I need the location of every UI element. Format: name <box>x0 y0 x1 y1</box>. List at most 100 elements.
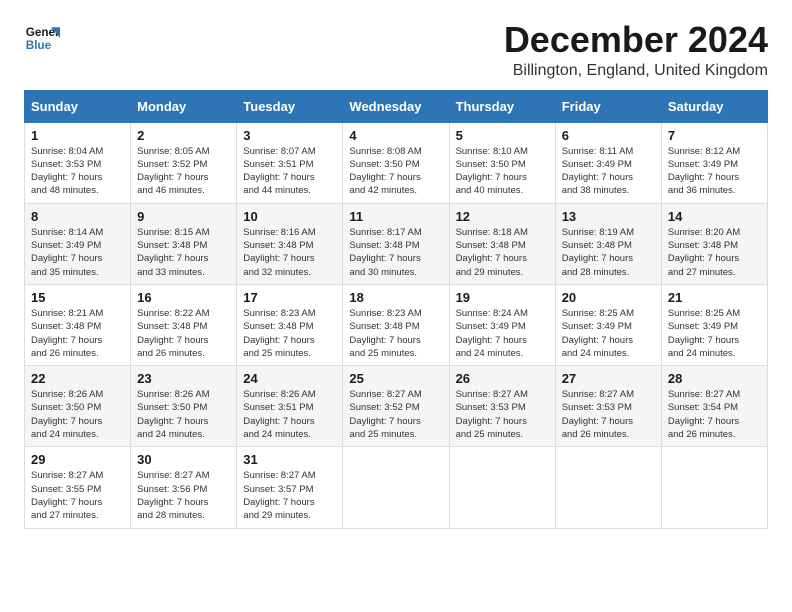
day-number: 19 <box>456 290 549 305</box>
calendar-cell: 2 Sunrise: 8:05 AM Sunset: 3:52 PM Daylig… <box>131 122 237 203</box>
day-number: 18 <box>349 290 442 305</box>
calendar-cell: 15 Sunrise: 8:21 AM Sunset: 3:48 PM Dayli… <box>25 284 131 365</box>
calendar-cell: 19 Sunrise: 8:24 AM Sunset: 3:49 PM Dayli… <box>449 284 555 365</box>
calendar-cell: 5 Sunrise: 8:10 AM Sunset: 3:50 PM Daylig… <box>449 122 555 203</box>
day-info: Sunrise: 8:25 AM Sunset: 3:49 PM Dayligh… <box>668 307 761 360</box>
day-number: 20 <box>562 290 655 305</box>
day-info: Sunrise: 8:14 AM Sunset: 3:49 PM Dayligh… <box>31 226 124 279</box>
calendar-cell: 24Sunrise: 8:26 AM Sunset: 3:51 PM Dayli… <box>237 366 343 447</box>
day-number: 14 <box>668 209 761 224</box>
day-info: Sunrise: 8:27 AM Sunset: 3:56 PM Dayligh… <box>137 469 230 522</box>
calendar-header-friday: Friday <box>555 90 661 122</box>
day-info: Sunrise: 8:04 AM Sunset: 3:53 PM Dayligh… <box>31 145 124 198</box>
calendar-cell: 25 Sunrise: 8:27 AM Sunset: 3:52 PM Dayli… <box>343 366 449 447</box>
calendar-week-5: 29 Sunrise: 8:27 AM Sunset: 3:55 PM Dayli… <box>25 447 768 528</box>
calendar-cell: 12 Sunrise: 8:18 AM Sunset: 3:48 PM Dayli… <box>449 203 555 284</box>
day-info: Sunrise: 8:05 AM Sunset: 3:52 PM Dayligh… <box>137 145 230 198</box>
day-info: Sunrise: 8:21 AM Sunset: 3:48 PM Dayligh… <box>31 307 124 360</box>
calendar-cell: 28Sunrise: 8:27 AM Sunset: 3:54 PM Dayli… <box>661 366 767 447</box>
day-info: Sunrise: 8:17 AM Sunset: 3:48 PM Dayligh… <box>349 226 442 279</box>
calendar-cell: 10Sunrise: 8:16 AM Sunset: 3:48 PM Dayli… <box>237 203 343 284</box>
day-info: Sunrise: 8:27 AM Sunset: 3:55 PM Dayligh… <box>31 469 124 522</box>
calendar-cell: 7Sunrise: 8:12 AM Sunset: 3:49 PM Daylig… <box>661 122 767 203</box>
calendar-cell: 18Sunrise: 8:23 AM Sunset: 3:48 PM Dayli… <box>343 284 449 365</box>
calendar-cell: 26Sunrise: 8:27 AM Sunset: 3:53 PM Dayli… <box>449 366 555 447</box>
calendar-header-wednesday: Wednesday <box>343 90 449 122</box>
calendar-header-thursday: Thursday <box>449 90 555 122</box>
calendar-cell: 13 Sunrise: 8:19 AM Sunset: 3:48 PM Dayli… <box>555 203 661 284</box>
day-number: 22 <box>31 371 124 386</box>
day-number: 1 <box>31 128 124 143</box>
calendar-cell: 30 Sunrise: 8:27 AM Sunset: 3:56 PM Dayli… <box>131 447 237 528</box>
day-number: 8 <box>31 209 124 224</box>
calendar-cell: 22 Sunrise: 8:26 AM Sunset: 3:50 PM Dayli… <box>25 366 131 447</box>
day-info: Sunrise: 8:27 AM Sunset: 3:53 PM Dayligh… <box>562 388 655 441</box>
day-number: 3 <box>243 128 336 143</box>
day-number: 6 <box>562 128 655 143</box>
title-area: December 2024 Billington, England, Unite… <box>504 20 768 80</box>
day-number: 29 <box>31 452 124 467</box>
day-number: 30 <box>137 452 230 467</box>
calendar-cell: 11Sunrise: 8:17 AM Sunset: 3:48 PM Dayli… <box>343 203 449 284</box>
day-info: Sunrise: 8:24 AM Sunset: 3:49 PM Dayligh… <box>456 307 549 360</box>
day-info: Sunrise: 8:22 AM Sunset: 3:48 PM Dayligh… <box>137 307 230 360</box>
calendar-week-4: 22 Sunrise: 8:26 AM Sunset: 3:50 PM Dayli… <box>25 366 768 447</box>
day-number: 21 <box>668 290 761 305</box>
calendar-cell: 9 Sunrise: 8:15 AM Sunset: 3:48 PM Daylig… <box>131 203 237 284</box>
month-title: December 2024 <box>504 20 768 60</box>
day-number: 17 <box>243 290 336 305</box>
calendar-week-1: 1 Sunrise: 8:04 AM Sunset: 3:53 PM Daylig… <box>25 122 768 203</box>
calendar-cell: 23 Sunrise: 8:26 AM Sunset: 3:50 PM Dayli… <box>131 366 237 447</box>
day-info: Sunrise: 8:23 AM Sunset: 3:48 PM Dayligh… <box>243 307 336 360</box>
calendar-cell <box>343 447 449 528</box>
calendar-cell: 4Sunrise: 8:08 AM Sunset: 3:50 PM Daylig… <box>343 122 449 203</box>
calendar-cell: 6 Sunrise: 8:11 AM Sunset: 3:49 PM Daylig… <box>555 122 661 203</box>
calendar-cell <box>555 447 661 528</box>
calendar-cell: 8 Sunrise: 8:14 AM Sunset: 3:49 PM Daylig… <box>25 203 131 284</box>
day-number: 25 <box>349 371 442 386</box>
calendar-header-sunday: Sunday <box>25 90 131 122</box>
day-number: 2 <box>137 128 230 143</box>
day-number: 13 <box>562 209 655 224</box>
svg-text:Blue: Blue <box>26 39 52 52</box>
day-number: 16 <box>137 290 230 305</box>
day-info: Sunrise: 8:26 AM Sunset: 3:50 PM Dayligh… <box>137 388 230 441</box>
day-number: 9 <box>137 209 230 224</box>
page-header: General Blue December 2024 Billington, E… <box>24 20 768 80</box>
day-info: Sunrise: 8:27 AM Sunset: 3:57 PM Dayligh… <box>243 469 336 522</box>
calendar-header-tuesday: Tuesday <box>237 90 343 122</box>
day-info: Sunrise: 8:26 AM Sunset: 3:51 PM Dayligh… <box>243 388 336 441</box>
day-info: Sunrise: 8:18 AM Sunset: 3:48 PM Dayligh… <box>456 226 549 279</box>
calendar-header-row: SundayMondayTuesdayWednesdayThursdayFrid… <box>25 90 768 122</box>
calendar-cell: 16 Sunrise: 8:22 AM Sunset: 3:48 PM Dayli… <box>131 284 237 365</box>
calendar-cell <box>449 447 555 528</box>
day-info: Sunrise: 8:15 AM Sunset: 3:48 PM Dayligh… <box>137 226 230 279</box>
day-info: Sunrise: 8:11 AM Sunset: 3:49 PM Dayligh… <box>562 145 655 198</box>
calendar-cell: 14Sunrise: 8:20 AM Sunset: 3:48 PM Dayli… <box>661 203 767 284</box>
day-info: Sunrise: 8:12 AM Sunset: 3:49 PM Dayligh… <box>668 145 761 198</box>
calendar-cell: 29 Sunrise: 8:27 AM Sunset: 3:55 PM Dayli… <box>25 447 131 528</box>
day-info: Sunrise: 8:10 AM Sunset: 3:50 PM Dayligh… <box>456 145 549 198</box>
day-number: 12 <box>456 209 549 224</box>
calendar-cell: 17 Sunrise: 8:23 AM Sunset: 3:48 PM Dayli… <box>237 284 343 365</box>
day-info: Sunrise: 8:19 AM Sunset: 3:48 PM Dayligh… <box>562 226 655 279</box>
logo-icon: General Blue <box>24 20 60 56</box>
day-number: 10 <box>243 209 336 224</box>
calendar-cell: 21 Sunrise: 8:25 AM Sunset: 3:49 PM Dayli… <box>661 284 767 365</box>
calendar-header-saturday: Saturday <box>661 90 767 122</box>
calendar-cell: 3 Sunrise: 8:07 AM Sunset: 3:51 PM Daylig… <box>237 122 343 203</box>
day-info: Sunrise: 8:07 AM Sunset: 3:51 PM Dayligh… <box>243 145 336 198</box>
day-info: Sunrise: 8:27 AM Sunset: 3:54 PM Dayligh… <box>668 388 761 441</box>
day-number: 23 <box>137 371 230 386</box>
day-number: 15 <box>31 290 124 305</box>
day-info: Sunrise: 8:26 AM Sunset: 3:50 PM Dayligh… <box>31 388 124 441</box>
calendar-cell <box>661 447 767 528</box>
day-info: Sunrise: 8:08 AM Sunset: 3:50 PM Dayligh… <box>349 145 442 198</box>
day-info: Sunrise: 8:25 AM Sunset: 3:49 PM Dayligh… <box>562 307 655 360</box>
logo: General Blue <box>24 20 60 56</box>
day-number: 27 <box>562 371 655 386</box>
day-number: 5 <box>456 128 549 143</box>
calendar-table: SundayMondayTuesdayWednesdayThursdayFrid… <box>24 90 768 529</box>
calendar-header-monday: Monday <box>131 90 237 122</box>
day-info: Sunrise: 8:27 AM Sunset: 3:52 PM Dayligh… <box>349 388 442 441</box>
